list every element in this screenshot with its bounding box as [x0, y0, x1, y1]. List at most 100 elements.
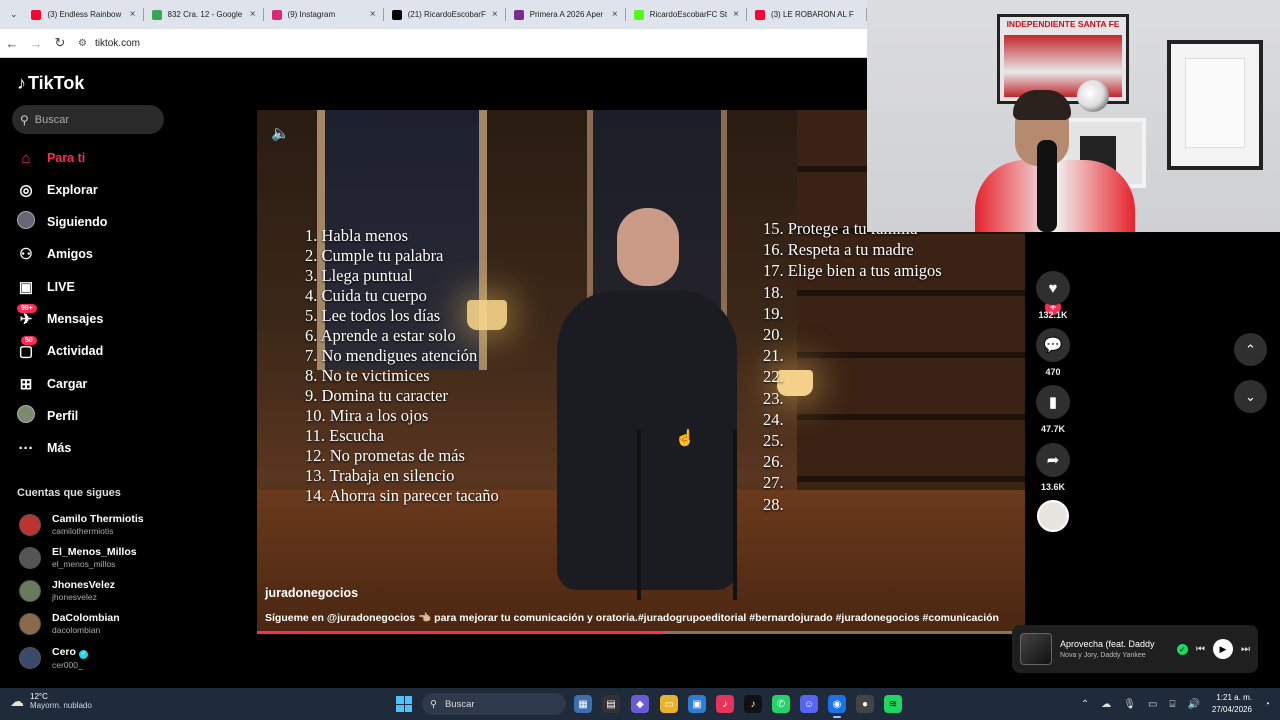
tiktok-app-icon[interactable]: ♪: [716, 695, 734, 713]
close-icon[interactable]: ×: [492, 9, 498, 20]
account-username: cer000_: [52, 660, 83, 670]
like-action[interactable]: ♥ 132.1K: [1036, 271, 1070, 320]
chevron-up-icon[interactable]: ⌃: [1234, 333, 1267, 366]
nav-label: Actividad: [47, 344, 104, 358]
liked-check-icon[interactable]: ✓: [1177, 643, 1188, 655]
tiktok-logo[interactable]: ♪ TikTok: [17, 73, 84, 94]
nav-mensajes[interactable]: ✈ 99+ Mensajes: [17, 304, 104, 331]
kick-icon: [633, 9, 644, 20]
windows-start-icon[interactable]: [396, 696, 412, 712]
browser-tab[interactable]: Primera A 2026 Aper ×: [506, 0, 626, 29]
taskbar-search[interactable]: ⚲ Buscar: [422, 693, 566, 715]
followed-account[interactable]: El_Menos_Millos el_menos_millos: [19, 546, 137, 569]
url-field[interactable]: ⚙ tiktok.com: [78, 38, 140, 49]
share-icon[interactable]: ➦: [1036, 443, 1070, 477]
tab-title: (21) RicardoEscobarF: [407, 10, 486, 19]
microphone-icon[interactable]: 🎙: [1123, 699, 1136, 710]
save-action[interactable]: ▮ 47.7K: [1036, 385, 1070, 434]
close-icon[interactable]: ×: [130, 9, 136, 20]
clock[interactable]: 1:21 a. m. 27/04/2026: [1212, 692, 1252, 716]
messages-icon: ✈ 99+: [17, 304, 37, 328]
video-progress-bar[interactable]: [257, 631, 1025, 634]
folder-icon[interactable]: ▭: [660, 695, 678, 713]
following-avatar-icon: [17, 211, 35, 233]
rule-item: 6. Aprende a estar solo: [305, 326, 456, 345]
next-track-icon[interactable]: ⏭: [1241, 644, 1250, 655]
browser-tab[interactable]: (3) LE ROBARON AL F: [747, 0, 868, 29]
nav-actividad[interactable]: ▢ 50 Actividad: [17, 336, 104, 363]
nav-perfil[interactable]: Perfil: [17, 404, 78, 428]
album-art[interactable]: [1020, 633, 1052, 665]
tiktok-app-icon[interactable]: ♪: [744, 695, 762, 713]
video-author[interactable]: juradonegocios: [265, 586, 358, 600]
search-box[interactable]: ⚲: [12, 105, 164, 134]
browser-tab[interactable]: RicardoEscobarFC St ×: [626, 0, 748, 29]
browser-tab[interactable]: 832 Cra. 12 - Google ×: [144, 0, 264, 29]
followed-account[interactable]: Camilo Thermiotis camilothermiotis: [19, 513, 144, 536]
creator-avatar[interactable]: [1037, 500, 1069, 532]
nav-explorar[interactable]: ◎ Explorar: [17, 178, 97, 202]
followed-account[interactable]: DaColombian dacolombian: [19, 612, 120, 635]
network-icon[interactable]: ⌸: [1169, 699, 1175, 710]
nav-label: Mensajes: [47, 312, 104, 326]
followed-account[interactable]: JhonesVelez jhonesvelez: [19, 579, 115, 602]
nav-amigos[interactable]: ⚇ Amigos: [17, 242, 93, 266]
nav-para-ti[interactable]: ⌂ Para ti: [17, 146, 85, 170]
followed-account[interactable]: Cero ✓ cer000_: [19, 646, 88, 670]
chrome-icon[interactable]: ◉: [828, 695, 846, 718]
weather-widget[interactable]: ☁ 12°C Mayorm. nublado: [10, 692, 92, 710]
obs-icon[interactable]: ●: [856, 695, 874, 713]
nav-mas[interactable]: ··· Más: [17, 436, 72, 460]
store-icon[interactable]: ▣: [688, 695, 706, 713]
rule-item: 1. Habla menos: [305, 226, 409, 245]
forward-icon[interactable]: →: [24, 36, 48, 51]
browser-tab[interactable]: (9) Instagram ×: [264, 0, 384, 29]
rule-item: 4. Cuida tu cuerpo: [305, 286, 427, 305]
bookmark-icon[interactable]: ▮: [1036, 385, 1070, 419]
tab-title: (3) LE ROBARON AL F: [770, 10, 854, 19]
comment-action[interactable]: 💬 470: [1036, 328, 1070, 377]
close-icon[interactable]: ×: [733, 9, 739, 20]
sidebar: ♪ TikTok ⚲ ⌂Para ti ◎Explorar Siguiendo …: [0, 58, 180, 688]
nav-label: LIVE: [47, 280, 75, 294]
discord-icon[interactable]: ☺: [800, 695, 818, 713]
share-action[interactable]: ➦ 13.6K: [1036, 443, 1070, 492]
track-info: Aprovecha (feat. Daddy Nova y Jory, Dadd…: [1060, 639, 1169, 659]
nav-live[interactable]: ▣ LIVE: [17, 275, 75, 299]
close-icon[interactable]: ×: [612, 9, 618, 20]
display-icon[interactable]: ▭: [1148, 699, 1157, 710]
url-text[interactable]: tiktok.com: [95, 38, 140, 49]
file-explorer-app-icon[interactable]: ▤: [602, 695, 620, 713]
chevron-up-icon[interactable]: ⌃: [1081, 699, 1089, 710]
search-input[interactable]: [34, 113, 145, 126]
browser-tab[interactable]: (21) RicardoEscobarF ×: [384, 0, 506, 29]
heart-icon[interactable]: ♥: [1036, 271, 1070, 305]
rule-item: 17. Elige bien a tus amigos: [763, 261, 942, 281]
whatsapp-icon[interactable]: ✆: [772, 695, 790, 713]
nav-cargar[interactable]: ⊞ Cargar: [17, 372, 88, 396]
track-title: Aprovecha (feat. Daddy: [1060, 639, 1155, 649]
address-bar: ← → ↻ ⚙ tiktok.com: [0, 29, 867, 58]
rule-item: 10. Mira a los ojos: [305, 406, 429, 425]
play-button[interactable]: ▶: [1213, 639, 1233, 659]
notification-icon[interactable]: ◔: [1264, 699, 1270, 710]
volume-icon[interactable]: 🔊: [1187, 699, 1199, 710]
app-icon[interactable]: ◆: [631, 695, 649, 713]
volume-icon[interactable]: 🔈: [271, 124, 290, 142]
previous-track-icon[interactable]: ⏮: [1196, 644, 1205, 655]
save-count: 47.7K: [1040, 424, 1066, 434]
comment-icon[interactable]: 💬: [1036, 328, 1070, 362]
nav-siguiendo[interactable]: Siguiendo: [17, 210, 107, 234]
tab-search-icon[interactable]: ⌄: [4, 9, 23, 20]
back-icon[interactable]: ←: [0, 36, 24, 51]
close-icon[interactable]: ×: [250, 9, 256, 20]
onedrive-icon[interactable]: ☁: [1101, 699, 1111, 710]
site-info-icon[interactable]: ⚙: [78, 38, 87, 49]
rule-item: 7. No mendigues atención: [305, 346, 478, 365]
browser-tab[interactable]: (3) Endless Rainbow ×: [23, 0, 144, 29]
chevron-down-icon[interactable]: ⌄: [1234, 380, 1267, 413]
task-view-icon[interactable]: ▦: [574, 695, 592, 713]
spotify-icon[interactable]: ≋: [884, 695, 902, 713]
reload-icon[interactable]: ↻: [48, 35, 72, 51]
close-icon[interactable]: ×: [370, 9, 376, 20]
